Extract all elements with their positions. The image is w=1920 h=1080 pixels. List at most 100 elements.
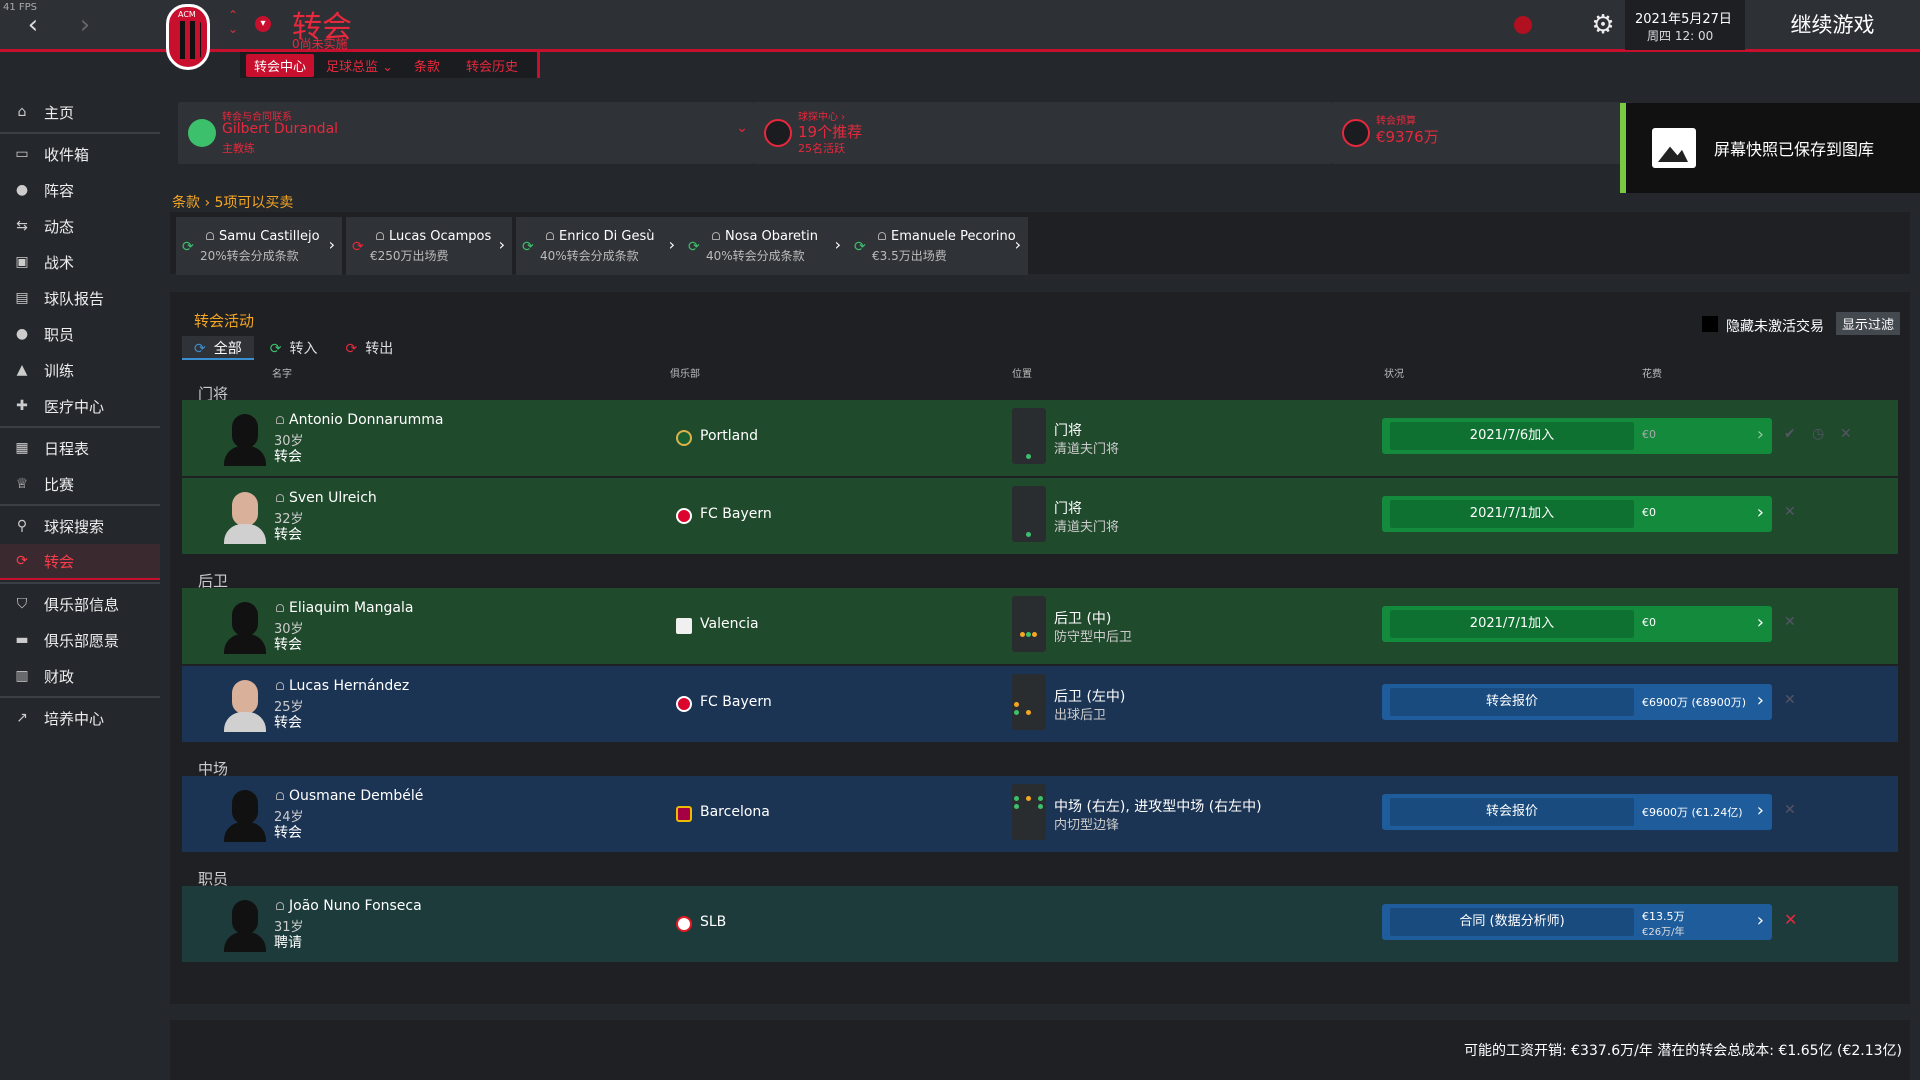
close-icon[interactable]: ✕ xyxy=(1784,504,1796,520)
status-button[interactable]: 转会报价 €6900万 (€8900万) › xyxy=(1382,684,1772,720)
squad-icon: ● xyxy=(15,182,29,198)
record-icon[interactable] xyxy=(1514,16,1532,34)
sidebar-item-transfers[interactable]: ⟳ 转会 xyxy=(0,544,160,580)
close-icon[interactable]: ✕ xyxy=(1840,426,1852,442)
close-icon[interactable]: ✕ xyxy=(1784,614,1796,630)
inbox-icon: ▭ xyxy=(15,146,29,162)
tab-history[interactable]: 转会历史 xyxy=(466,56,518,75)
dynamics-icon: ⇆ xyxy=(16,218,28,234)
column-header-club[interactable]: 俱乐部 xyxy=(670,365,700,380)
status-button[interactable]: 转会报价 €9600万 (€1.24亿) › xyxy=(1382,794,1772,830)
binoculars-icon xyxy=(764,119,792,147)
alert-icon[interactable]: ▾ xyxy=(255,16,271,32)
sidebar-item-tactics[interactable]: ▣ 战术 xyxy=(0,244,160,280)
chevron-right-icon: › xyxy=(1756,612,1764,633)
tab-transfer-center[interactable]: 转会中心 xyxy=(246,54,315,77)
forward-icon[interactable]: › xyxy=(70,10,100,40)
tab-director[interactable]: 足球总监 ⌄ xyxy=(326,56,393,75)
player-avatar xyxy=(222,488,266,546)
contact-name: Gilbert Durandal xyxy=(222,121,339,137)
status-button[interactable]: 2021/7/1加入 €0 › xyxy=(1382,496,1772,532)
sidebar-item-competitions[interactable]: ♕ 比赛 xyxy=(0,466,160,502)
club-crest-logo[interactable]: ACM xyxy=(166,4,210,70)
filter-in[interactable]: ⟳ 转入 xyxy=(258,336,330,360)
scouting-card[interactable]: 球探中心 › 19个推荐 25名活跃 xyxy=(754,102,1332,164)
club-link[interactable]: Portland xyxy=(700,428,758,444)
sidebar: ⌂ 主页 ▭ 收件箱 ● 阵容 ⇆ 动态 ▣ 战术 ▤ 球队报告 ● 职员 ▲ 训练 ✚ 医疗中心… xyxy=(0,80,160,1080)
club-link[interactable]: Barcelona xyxy=(700,804,770,820)
sidebar-item-training[interactable]: ▲ 训练 xyxy=(0,352,160,388)
piggy-bank-icon xyxy=(1342,119,1370,147)
close-icon[interactable]: ✕ xyxy=(1784,802,1796,818)
continue-button[interactable]: 继续游戏 xyxy=(1745,0,1920,50)
close-icon[interactable]: ✕ xyxy=(1784,692,1796,708)
sellable-item[interactable]: ⟳ Emanuele Pecorino €3.5万出场费 › xyxy=(848,217,1028,275)
chevron-right-icon: › xyxy=(1756,502,1764,523)
club-link[interactable]: SLB xyxy=(700,914,726,930)
chevron-right-icon: › xyxy=(1756,800,1764,821)
column-header-fee[interactable]: 花费 xyxy=(1642,365,1662,380)
clock-icon[interactable]: ◷ xyxy=(1812,426,1824,442)
top-bar: 41 FPS ‹ › ⌃ ⌄ ▾ 转会 0尚未实施 ⚙ 2021年5月27日 周四… xyxy=(0,0,1920,52)
club-switch-arrows[interactable]: ⌃ ⌄ xyxy=(228,8,238,36)
tab-clauses[interactable]: 条款 xyxy=(414,56,440,75)
sidebar-item-medical[interactable]: ✚ 医疗中心 xyxy=(0,388,160,424)
table-row[interactable]: João Nuno Fonseca 31岁 聘请 SLB 合同 (数据分析师) €… xyxy=(182,886,1898,962)
date-display[interactable]: 2021年5月27日 周四 12: 00 xyxy=(1625,0,1745,50)
column-header-status[interactable]: 状况 xyxy=(1384,365,1404,380)
sidebar-item-team-report[interactable]: ▤ 球队报告 xyxy=(0,280,160,316)
sidebar-item-staff[interactable]: ● 职员 xyxy=(0,316,160,352)
filter-all[interactable]: ⟳ 全部 xyxy=(182,336,254,360)
status-button[interactable]: 合同 (数据分析师) €13.5万 €26万/年 › xyxy=(1382,904,1772,940)
column-header-name[interactable]: 名字 xyxy=(272,365,292,380)
transfer-icon: ⟳ xyxy=(522,239,534,255)
sidebar-item-scouting[interactable]: ⚲ 球探搜索 xyxy=(0,508,160,544)
column-header-position[interactable]: 位置 xyxy=(1012,365,1032,380)
back-icon[interactable]: ‹ xyxy=(18,10,48,40)
sellable-header[interactable]: 条款 › 5项可以买卖 xyxy=(172,192,293,212)
sidebar-item-club-info[interactable]: ⛉ 俱乐部信息 xyxy=(0,586,160,622)
chevron-down-icon[interactable]: ⌄ xyxy=(736,120,748,136)
club-link[interactable]: FC Bayern xyxy=(700,694,772,710)
player-avatar xyxy=(222,786,266,844)
table-row[interactable]: Antonio Donnarumma 30岁 转会 Portland 门将 清道… xyxy=(182,400,1898,476)
sidebar-item-inbox[interactable]: ▭ 收件箱 xyxy=(0,136,160,172)
chevron-right-icon: › xyxy=(1014,235,1021,254)
table-row[interactable]: Sven Ulreich 32岁 转会 FC Bayern 门将 清道夫门将 2… xyxy=(182,478,1898,554)
table-row[interactable]: Lucas Hernández 25岁 转会 FC Bayern 后卫 (左中)… xyxy=(182,666,1898,742)
sidebar-item-schedule[interactable]: ▦ 日程表 xyxy=(0,430,160,466)
status-button[interactable]: 2021/7/6加入 €0 › xyxy=(1382,418,1772,454)
cost-summary: 可能的工资开销: €337.6万/年 潜在的转会总成本: €1.65亿 (€2.… xyxy=(1463,1043,1902,1059)
table-row[interactable]: Ousmane Dembélé 24岁 转会 Barcelona 中场 (右左)… xyxy=(182,776,1898,852)
status-button[interactable]: 2021/7/1加入 €0 › xyxy=(1382,606,1772,642)
sellable-item[interactable]: ⟳ Lucas Ocampos €250万出场费 › xyxy=(346,217,512,275)
gear-icon[interactable]: ⚙ xyxy=(1588,10,1618,40)
sidebar-item-squad[interactable]: ● 阵容 xyxy=(0,172,160,208)
hide-inactive-checkbox[interactable] xyxy=(1702,316,1718,332)
club-link[interactable]: FC Bayern xyxy=(700,506,772,522)
contact-card[interactable]: 转会与合同联系 Gilbert Durandal 主教练 ⌄ xyxy=(178,102,754,164)
home-icon: ⌂ xyxy=(17,104,27,120)
show-filter-button[interactable]: 显示过滤 xyxy=(1836,312,1901,335)
position-pitch-icon xyxy=(1012,674,1046,730)
sellable-item[interactable]: ⟳ Samu Castillejo 20%转会分成条款 › xyxy=(176,217,342,275)
filter-out[interactable]: ⟳ 转出 xyxy=(333,336,405,360)
sidebar-item-dynamics[interactable]: ⇆ 动态 xyxy=(0,208,160,244)
close-icon[interactable]: ✕ xyxy=(1784,910,1797,929)
table-row[interactable]: Eliaquim Mangala 30岁 转会 Valencia 后卫 (中) … xyxy=(182,588,1898,664)
screenshot-toast[interactable]: 屏幕快照已保存到图库 xyxy=(1620,103,1920,193)
tactics-icon: ▣ xyxy=(15,254,29,270)
sellable-item[interactable]: ⟳ Enrico Di Gesù 40%转会分成条款 › xyxy=(516,217,682,275)
chevron-right-icon: › xyxy=(834,235,841,254)
club-link[interactable]: Valencia xyxy=(700,616,759,632)
chevron-right-icon: › xyxy=(498,235,505,254)
sellable-item[interactable]: ⟳ Nosa Obaretin 40%转会分成条款 › xyxy=(682,217,848,275)
sidebar-item-home[interactable]: ⌂ 主页 xyxy=(0,94,160,130)
sidebar-item-development[interactable]: ↗ 培养中心 xyxy=(0,700,160,736)
position-pitch-icon xyxy=(1012,596,1046,652)
sub-tabs: 转会中心 足球总监 ⌄ 条款 转会历史 xyxy=(240,52,540,78)
check-icon[interactable]: ✔ xyxy=(1784,426,1796,442)
budget-card[interactable]: 转会预算 €9376万 xyxy=(1332,102,1632,164)
sidebar-item-club-vision[interactable]: ▬ 俱乐部愿景 xyxy=(0,622,160,658)
sidebar-item-finances[interactable]: ▥ 财政 xyxy=(0,658,160,694)
